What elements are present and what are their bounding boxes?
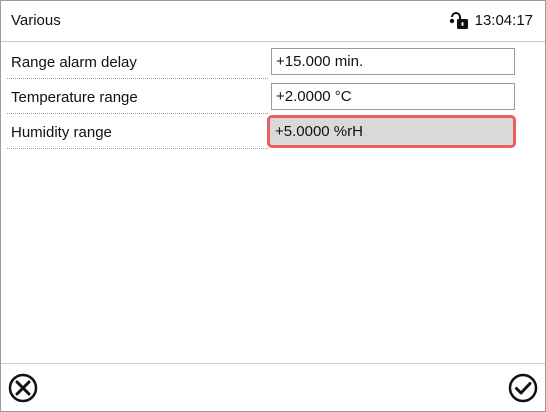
screen: Various 13:04:17 Range alarm delay +15.0…	[0, 0, 546, 412]
confirm-icon[interactable]	[507, 372, 539, 404]
row-divider	[7, 113, 268, 114]
humidity-range-field[interactable]: +5.0000 %rH	[267, 115, 516, 148]
temperature-range-field[interactable]: +2.0000 °C	[271, 83, 515, 110]
row-range-alarm-delay: Range alarm delay +15.000 min.	[1, 48, 545, 79]
settings-list: Range alarm delay +15.000 min. Temperatu…	[1, 48, 545, 153]
row-label: Humidity range	[11, 124, 112, 141]
page-title: Various	[11, 12, 61, 29]
row-label: Range alarm delay	[11, 54, 137, 71]
cancel-icon[interactable]	[7, 372, 39, 404]
clock-time: 13:04:17	[474, 12, 533, 29]
row-divider	[7, 78, 268, 79]
row-temperature-range: Temperature range +2.0000 °C	[1, 83, 545, 114]
range-alarm-delay-field[interactable]: +15.000 min.	[271, 48, 515, 75]
row-label: Temperature range	[11, 89, 138, 106]
row-divider	[7, 148, 268, 149]
footer-bar	[1, 363, 545, 411]
header-bar: Various 13:04:17	[1, 1, 545, 42]
row-humidity-range: Humidity range +5.0000 %rH	[1, 115, 545, 149]
lock-icon	[449, 12, 471, 30]
status-area: 13:04:17	[449, 10, 533, 32]
